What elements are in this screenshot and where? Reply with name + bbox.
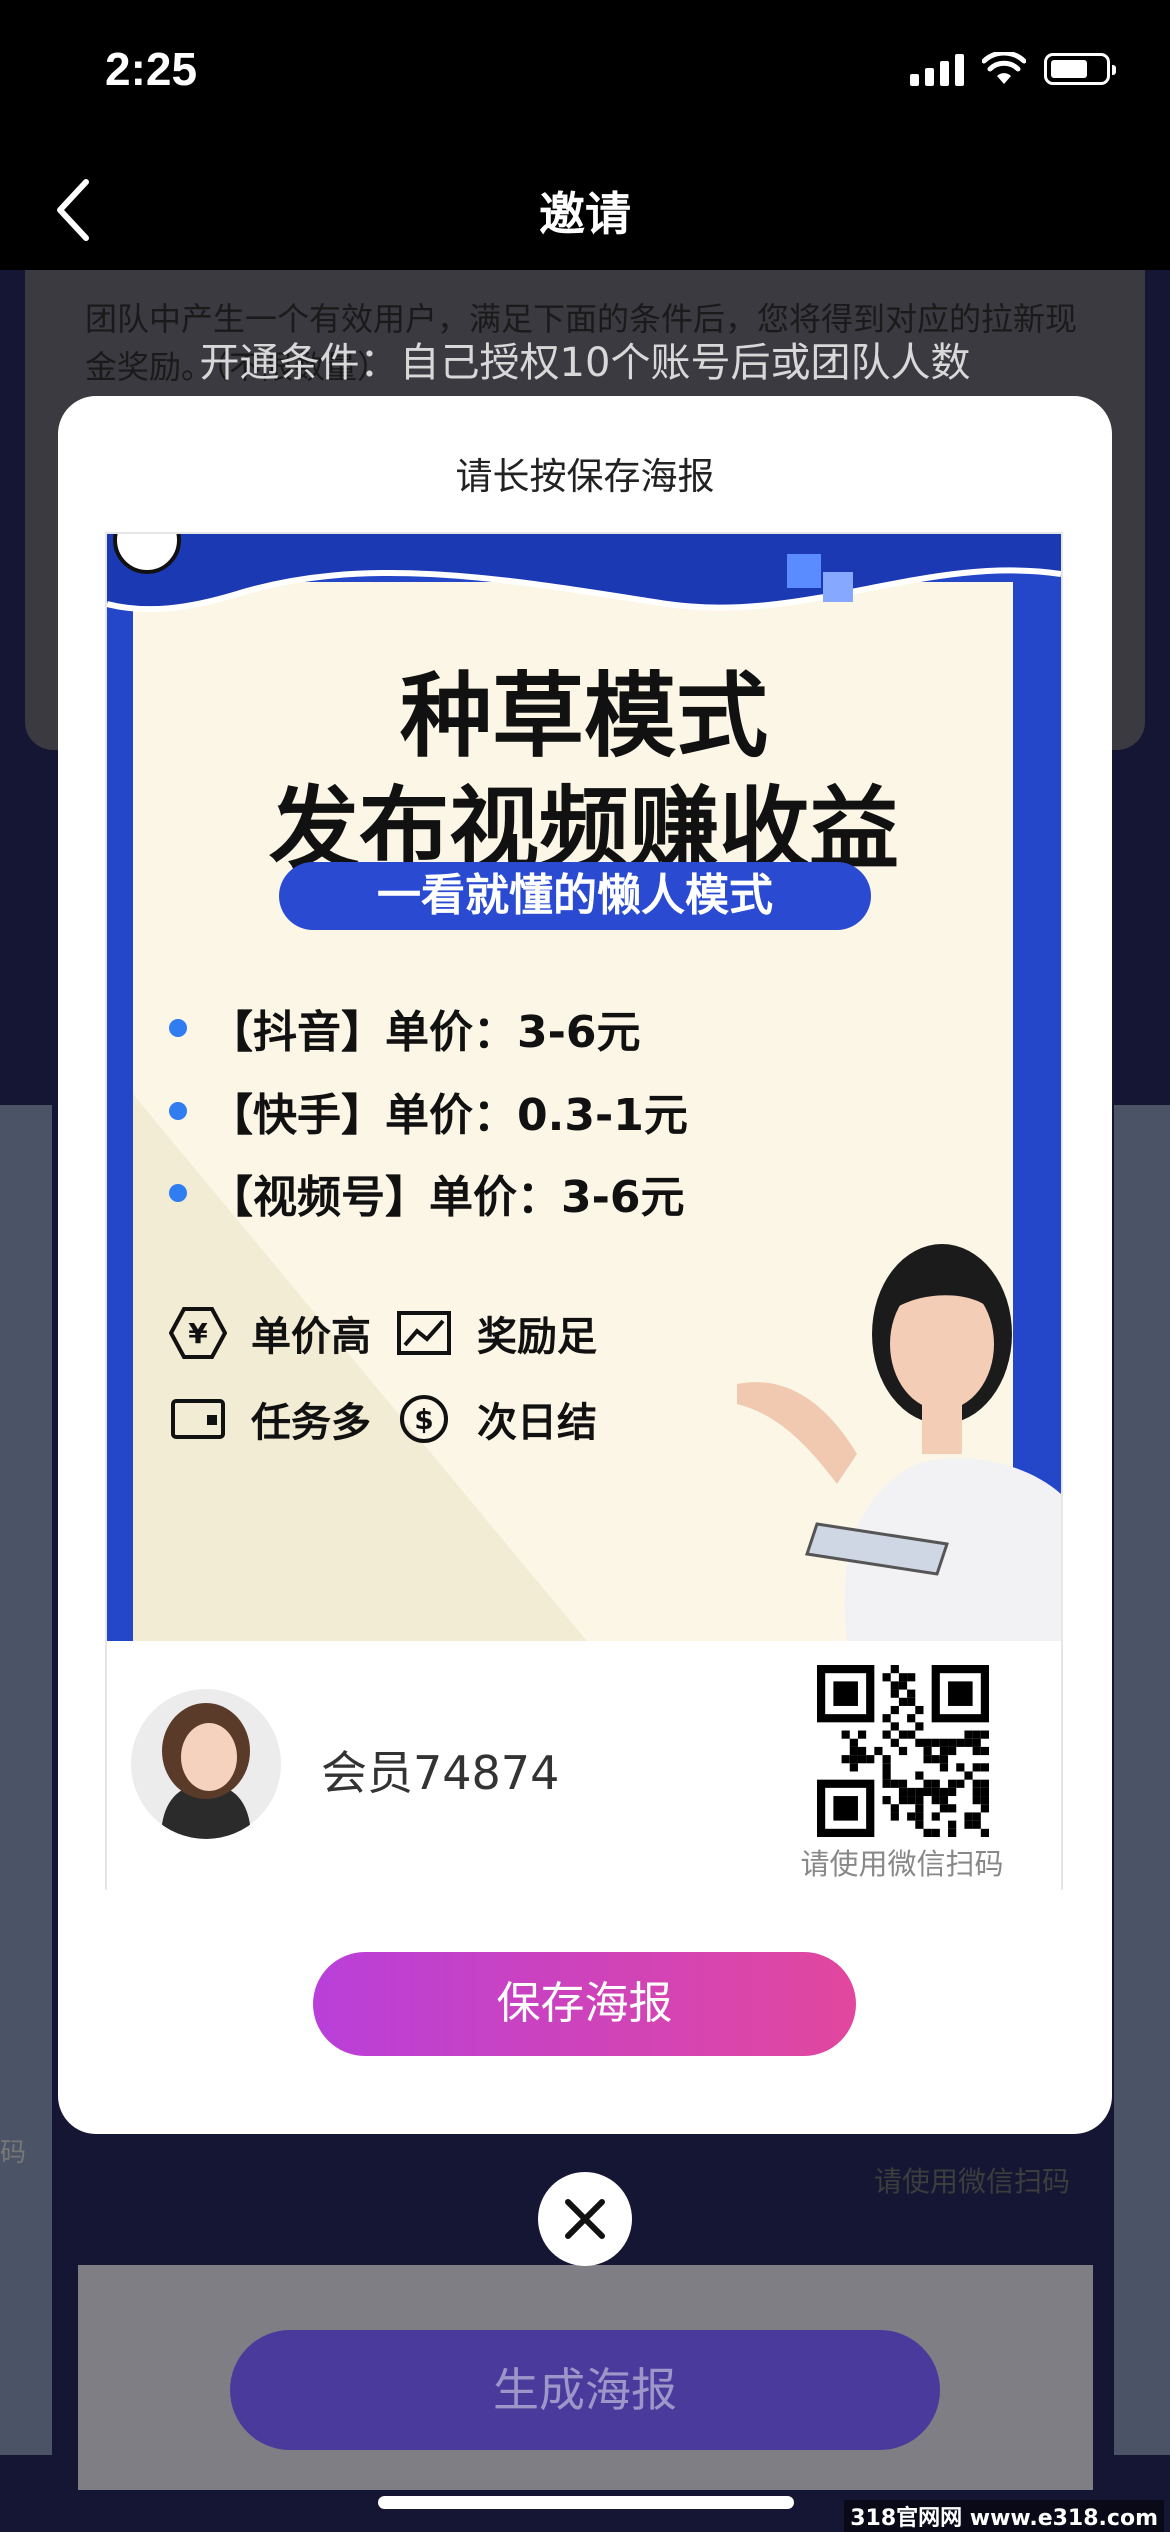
poster-artwork: 种草模式 发布视频赚收益 一看就懂的懒人模式 【抖音】 单价： 3-6元 【快手… (107, 534, 1061, 1641)
status-bar: 2:25 (0, 0, 1170, 150)
save-poster-button[interactable]: 保存海报 (313, 1952, 856, 2056)
price-value: 3-6元 (561, 1172, 685, 1223)
poster-modal: 请长按保存海报 种草模式 发布视频赚收益 一看就懂的懒人模式 【抖音】 单价： … (58, 396, 1112, 2134)
poster-person-illustration (737, 1244, 1061, 1641)
poster-subtitle-pill: 一看就懂的懒人模式 (279, 862, 871, 930)
page-title: 邀请 (539, 187, 631, 241)
poster-wave-decoration (107, 534, 1061, 613)
home-indicator (378, 2496, 794, 2509)
price-platform: 【视频号】 (209, 1172, 429, 1223)
bullet-icon (169, 1184, 187, 1202)
feature-label: 奖励足 (477, 1314, 597, 1360)
feature-next-day-settlement: $ 次日结 (395, 1390, 597, 1448)
long-press-hint: 请长按保存海报 (455, 455, 715, 498)
generate-poster-button[interactable]: 生成海报 (230, 2330, 940, 2450)
feature-rewards: 奖励足 (395, 1304, 597, 1362)
feature-label: 任务多 (251, 1400, 371, 1446)
bullet-icon (169, 1019, 187, 1037)
price-row-shipinhao: 【视频号】 单价： 3-6元 (169, 1161, 685, 1225)
left-poster-peek (0, 1105, 52, 2455)
feature-label: 次日结 (477, 1400, 597, 1446)
underlying-qr-hint: 请使用微信扫码 (873, 2165, 1070, 2198)
feature-high-price: ¥ 单价高 (169, 1304, 371, 1362)
price-row-douyin: 【抖音】 单价： 3-6元 (169, 996, 641, 1060)
svg-text:¥: ¥ (188, 1317, 208, 1350)
status-time: 2:25 (105, 43, 198, 95)
feature-label: 单价高 (251, 1314, 371, 1360)
close-modal-button[interactable] (538, 2172, 632, 2266)
yen-hexagon-icon: ¥ (169, 1307, 227, 1359)
status-icons (910, 52, 1116, 86)
qr-code (817, 1665, 989, 1837)
close-icon (565, 2199, 605, 2239)
poster-footer: 会员74874 请使用微信扫码 (107, 1641, 1061, 1890)
feature-many-tasks: 任务多 (169, 1390, 371, 1448)
price-label: 单价： (385, 1007, 517, 1058)
price-platform: 【抖音】 (209, 1007, 385, 1058)
qr-scan-hint: 请使用微信扫码 (800, 1847, 1004, 1881)
price-value: 0.3-1元 (517, 1090, 688, 1141)
right-poster-peek (1114, 1105, 1170, 2455)
avatar-illustration (161, 1703, 251, 1839)
price-platform: 【快手】 (209, 1090, 385, 1141)
wifi-icon (982, 52, 1026, 84)
bullet-icon (169, 1102, 187, 1120)
battery-icon (1044, 53, 1116, 85)
trend-chart-icon (397, 1311, 451, 1355)
price-label: 单价： (385, 1090, 517, 1141)
rules-condition: 开通条件：自己授权10个账号后或团队人数 (199, 340, 971, 386)
card-icon (171, 1399, 225, 1439)
watermark: 318官网网 www.e318.com (844, 2500, 1164, 2532)
poster-image[interactable]: 种草模式 发布视频赚收益 一看就懂的懒人模式 【抖音】 单价： 3-6元 【快手… (105, 532, 1063, 1890)
price-label: 单价： (429, 1172, 561, 1223)
svg-text:$: $ (414, 1403, 433, 1436)
dollar-circle-icon: $ (400, 1395, 448, 1443)
cellular-signal-icon (910, 52, 964, 86)
price-row-kuaishou: 【快手】 单价： 0.3-1元 (169, 1079, 688, 1143)
price-value: 3-6元 (517, 1007, 641, 1058)
member-name: 会员74874 (321, 1746, 560, 1800)
left-peek-text: 码 (0, 2138, 27, 2168)
avatar (131, 1689, 281, 1839)
nav-bar: 邀请 (0, 150, 1170, 270)
